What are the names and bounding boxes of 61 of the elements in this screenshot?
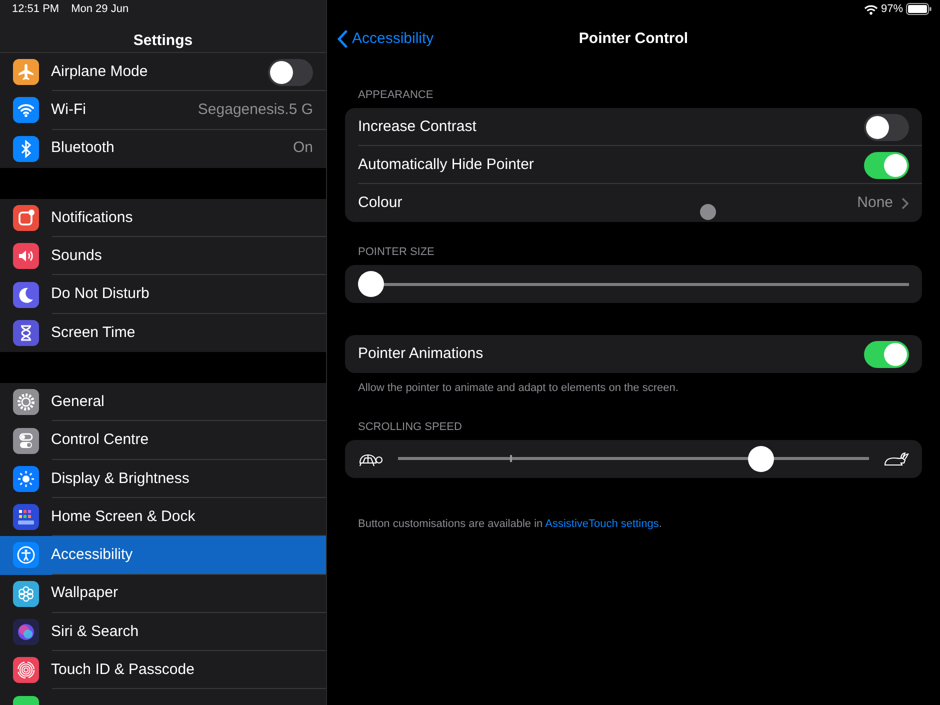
setting-label: Automatically Hide Pointer bbox=[358, 154, 534, 175]
sidebar-item[interactable]: Do Not Disturb bbox=[0, 275, 326, 314]
sidebar-item-label: Do Not Disturb bbox=[51, 284, 150, 304]
sidebar-item[interactable]: Notifications bbox=[0, 198, 326, 238]
default-tick bbox=[510, 455, 512, 462]
slider-thumb[interactable] bbox=[748, 446, 774, 472]
wifi-icon bbox=[864, 4, 878, 14]
sidebar-item-label: General bbox=[51, 392, 106, 412]
sidebar-title: Settings bbox=[133, 32, 193, 49]
slider-thumb[interactable] bbox=[358, 271, 384, 297]
sidebar-item-label: Notifications bbox=[51, 208, 134, 228]
sidebar-item[interactable]: Siri & Search bbox=[0, 612, 326, 652]
sidebar-item-label: Touch ID & Passcode bbox=[51, 660, 196, 680]
sidebar-item[interactable]: Sounds bbox=[0, 237, 326, 276]
toggle-switch[interactable] bbox=[864, 152, 909, 178]
rabbit-icon bbox=[883, 450, 909, 466]
sidebar-item[interactable]: Home Screen & Dock bbox=[0, 498, 326, 536]
sidebar-item[interactable]: General bbox=[0, 383, 326, 422]
sidebar-item[interactable]: Wallpaper bbox=[0, 574, 326, 613]
toggle-switch[interactable] bbox=[864, 114, 909, 140]
battery-percent: 97% bbox=[880, 2, 903, 16]
section-header: POINTER SIZE bbox=[357, 246, 436, 260]
page-title: Pointer Control bbox=[578, 30, 688, 47]
setting-label: Pointer Animations bbox=[358, 344, 484, 364]
sidebar-item[interactable]: Accessibility bbox=[0, 536, 326, 575]
sidebar-item-label: Siri & Search bbox=[51, 622, 140, 642]
sidebar-item[interactable]: Airplane Mode bbox=[0, 53, 326, 92]
sidebar-item-label: Control Centre bbox=[51, 430, 150, 450]
sidebar-item-label: Screen Time bbox=[51, 322, 136, 343]
toggle-switch[interactable] bbox=[864, 340, 909, 368]
sidebar-item[interactable]: Touch ID & Passcode bbox=[0, 651, 326, 690]
sidebar-item[interactable]: Control Centre bbox=[0, 421, 326, 460]
section-header: SCROLLING SPEED bbox=[357, 420, 463, 434]
status-date: Mon 29 Jun bbox=[71, 3, 129, 16]
setting-label: Increase Contrast bbox=[358, 116, 476, 137]
setting-label: Colour bbox=[358, 192, 402, 213]
sidebar-item-label: Airplane Mode bbox=[51, 62, 149, 82]
sidebar-item-label: Wi-Fi bbox=[51, 100, 87, 120]
sidebar-item-label: Sounds bbox=[51, 246, 103, 266]
setting-value: None bbox=[857, 192, 893, 213]
section-header: APPEARANCE bbox=[357, 89, 434, 103]
sidebar-item-label: Wallpaper bbox=[51, 583, 119, 604]
sidebar-item-label: Display & Brightness bbox=[51, 468, 190, 489]
sidebar-item[interactable]: Display & Brightness bbox=[0, 460, 326, 498]
toggle-switch[interactable] bbox=[268, 58, 313, 86]
sidebar-item[interactable]: Screen Time bbox=[0, 314, 326, 352]
footer-note: Button customisations are available in AssistiveTouch settings. bbox=[357, 516, 663, 532]
battery-icon bbox=[906, 3, 932, 15]
footer-text: Allow the pointer to animate and adapt to elements on the screen. bbox=[357, 381, 680, 396]
chevron-left-icon bbox=[337, 30, 348, 48]
chevron-right-icon bbox=[901, 196, 909, 210]
sidebar-item[interactable]: Bluetooth On bbox=[0, 130, 326, 168]
back-button[interactable]: Accessibility bbox=[337, 28, 434, 50]
sidebar-item-label: Home Screen & Dock bbox=[51, 506, 196, 527]
sidebar-item[interactable]: Wi-Fi Segagenesis.5 G bbox=[0, 91, 326, 130]
assistivetouch-link[interactable]: AssistiveTouch settings bbox=[545, 518, 659, 530]
status-time: 12:51 PM bbox=[12, 3, 60, 16]
sidebar-item-value: Segagenesis.5 G bbox=[198, 100, 313, 120]
sidebar-item-label: Bluetooth bbox=[51, 138, 116, 158]
sidebar-item-value: On bbox=[292, 138, 313, 158]
sidebar-item-label: Accessibility bbox=[51, 545, 134, 566]
